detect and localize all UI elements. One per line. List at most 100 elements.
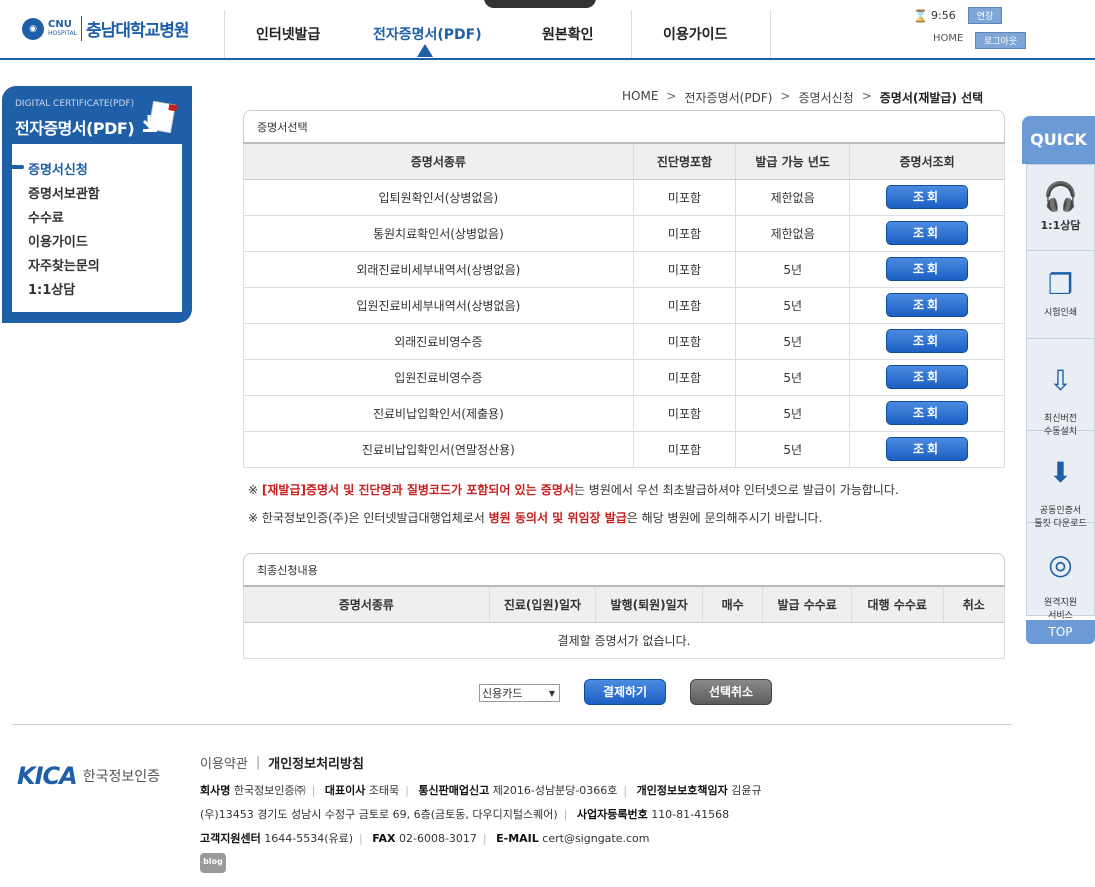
notice-text: ※ 한국정보인증(주)은 인터넷발급대행업체로서	[248, 511, 489, 525]
quick-label: 시험인쇄	[1043, 308, 1078, 318]
ecommerce-label: 통신판매업신고	[418, 784, 490, 797]
sidebar-item-faq[interactable]: 자주찾는문의	[28, 255, 100, 274]
lookup-button[interactable]: 조회	[886, 365, 969, 389]
lookup-button[interactable]: 조회	[886, 329, 969, 353]
cert-diagnosis: 미포함	[633, 431, 737, 468]
sidebar-item-storage[interactable]: 증명서보관함	[28, 183, 100, 202]
kica-mark: KICA	[17, 762, 78, 790]
payment-method-select[interactable]: 신용카드 ▼	[479, 684, 560, 702]
ceo-value: 조태묵	[368, 784, 400, 797]
hourglass-icon: ⌛	[913, 8, 928, 23]
logo-name: 충남대학교병원	[81, 16, 190, 41]
cancel-selection-button[interactable]: 선택취소	[690, 679, 772, 705]
ecommerce-value: 제2016-성남분당-0366호	[492, 784, 618, 797]
biz-number-label: 사업자등록번호	[576, 808, 648, 821]
quick-item-test-print[interactable]: ❐ 시험인쇄	[1027, 251, 1094, 339]
cert-diagnosis: 미포함	[633, 395, 737, 432]
site-header: ◉ CNU HOSPITAL 충남대학교병원 인터넷발급 전자증명서(PDF) …	[0, 0, 1095, 60]
cert-table: 증명서종류 진단명포함 발급 가능 년도 증명서조회 입퇴원확인서(상병없음) 미…	[243, 142, 1005, 468]
breadcrumb-chevron-icon: >	[666, 89, 677, 103]
cert-years: 5년	[735, 251, 851, 288]
left-sidebar: DIGITAL CERTIFICATE(PDF) 전자증명서(PDF) 증명서신…	[2, 86, 192, 323]
quick-item-install[interactable]: ⇩ 최신버전 수동설치	[1027, 339, 1094, 437]
table-row: 결제할 증명서가 없습니다.	[243, 622, 1005, 659]
quick-menu: QUICK 🎧 1:1상담 ❐ 시험인쇄 ⇩ 최신버전 수동설치 ⬇ 공동인증서…	[1022, 116, 1095, 644]
quick-item-remote[interactable]: ◎ 원격지원 서비스	[1027, 523, 1094, 621]
breadcrumb-chevron-icon: >	[861, 89, 872, 103]
footer-separator: |	[623, 784, 628, 797]
quick-item-consult[interactable]: 🎧 1:1상담	[1027, 165, 1094, 251]
sidebar-item-apply[interactable]: 증명서신청	[8, 159, 88, 178]
terms-link[interactable]: 이용약관	[200, 753, 248, 772]
col-cancel: 취소	[943, 585, 1005, 623]
nav-internet-issue[interactable]: 인터넷발급	[256, 24, 320, 44]
lookup-cell: 조회	[849, 431, 1005, 468]
footer-separator: |	[405, 784, 409, 797]
lookup-button[interactable]: 조회	[886, 401, 969, 425]
breadcrumb-apply[interactable]: 증명서신청	[798, 89, 853, 106]
session-timer: ⌛ 9:56 연장	[913, 7, 1003, 24]
footer-company-line: 회사명 한국정보인증㈜ | 대표이사 조태묵 | 통신판매업신고 제2016-성남분…	[200, 782, 762, 798]
lookup-cell: 조회	[849, 359, 1005, 396]
breadcrumb: HOME > 전자증명서(PDF) > 증명서신청 > 증명서(재발급) 선택	[622, 89, 983, 106]
top-button[interactable]: TOP	[1026, 620, 1095, 644]
sidebar-item-fees[interactable]: 수수료	[28, 207, 64, 226]
breadcrumb-e-cert[interactable]: 전자증명서(PDF)	[684, 89, 772, 106]
cert-table-header: 증명서종류 진단명포함 발급 가능 년도 증명서조회	[243, 142, 1005, 180]
nav-e-certificate[interactable]: 전자증명서(PDF)	[373, 24, 482, 44]
logout-button[interactable]: 로그아웃	[975, 32, 1027, 49]
footer-address-line: (우)13453 경기도 성남시 수정구 금토로 69, 6층(금토동, 다우디…	[200, 806, 729, 822]
email-label: E-MAIL	[496, 832, 539, 845]
remote-signal-icon: ◎	[1048, 548, 1073, 581]
notice-highlight: 병원 동의서 및 위임장 발급	[488, 511, 627, 525]
fax-label: FAX	[372, 832, 396, 845]
quick-item-toolkit[interactable]: ⬇ 공동인증서 툴킷 다운로드	[1027, 431, 1094, 529]
col-issue-date: 발행(퇴원)일자	[595, 585, 703, 623]
cert-diagnosis: 미포함	[633, 359, 737, 396]
lookup-cell: 조회	[849, 287, 1005, 324]
lookup-button[interactable]: 조회	[886, 257, 969, 281]
pay-button[interactable]: 결제하기	[584, 679, 666, 705]
cert-name: 입원진료비영수증	[243, 359, 634, 396]
lookup-cell: 조회	[849, 179, 1005, 216]
hospital-logo[interactable]: ◉ CNU HOSPITAL 충남대학교병원	[22, 16, 190, 41]
kica-logo: KICA 한국정보인증	[17, 762, 160, 790]
support-label: 고객지원센터	[200, 832, 261, 845]
col-diagnosis: 진단명포함	[633, 142, 737, 180]
breadcrumb-home[interactable]: HOME	[622, 89, 658, 106]
blog-icon[interactable]: blog	[200, 853, 226, 873]
sidebar-menu: 증명서신청 증명서보관함 수수료 이용가이드 자주찾는문의 1:1상담	[8, 144, 182, 312]
chevron-down-icon: ▼	[548, 688, 556, 698]
cert-name: 입원진료비세부내역서(상병없음)	[243, 287, 634, 324]
cert-name: 입퇴원확인서(상병없음)	[243, 179, 634, 216]
cert-section-title: 증명서선택	[257, 121, 308, 134]
lookup-button[interactable]: 조회	[886, 437, 969, 461]
breadcrumb-current: 증명서(재발급) 선택	[879, 91, 984, 105]
request-table-header: 증명서종류 진료(입원)일자 발행(퇴원)일자 매수 발급 수수료 대행 수수료…	[243, 585, 1005, 623]
col-copies: 매수	[702, 585, 764, 623]
company-label: 회사명	[200, 784, 231, 797]
privacy-link[interactable]: 개인정보처리방침	[268, 753, 364, 772]
cert-diagnosis: 미포함	[633, 179, 737, 216]
biz-number-value: 110-81-41568	[651, 808, 730, 821]
notice-text: 은 해당 병원에 문의해주시기 바랍니다.	[626, 511, 823, 525]
lookup-button[interactable]: 조회	[886, 293, 969, 317]
lookup-button[interactable]: 조회	[886, 221, 969, 245]
sidebar-title: 전자증명서(PDF)	[15, 119, 135, 138]
lookup-button[interactable]: 조회	[886, 185, 969, 209]
cert-years: 5년	[735, 431, 851, 468]
nav-divider	[770, 10, 771, 58]
cert-name: 진료비납입확인서(연말정산용)	[243, 431, 634, 468]
table-row: 입퇴원확인서(상병없음) 미포함 제한없음 조회	[243, 179, 1005, 216]
nav-guide[interactable]: 이용가이드	[663, 24, 727, 44]
nav-original-verify[interactable]: 원본확인	[542, 24, 594, 44]
top-notice-tab[interactable]	[484, 0, 596, 8]
extend-button[interactable]: 연장	[967, 7, 1003, 24]
col-agent-fee: 대행 수수료	[851, 585, 944, 623]
footer-divider	[12, 724, 1012, 725]
install-download-icon: ⇩	[1048, 364, 1073, 397]
sidebar-item-consult[interactable]: 1:1상담	[28, 279, 75, 298]
quick-title: QUICK	[1022, 116, 1095, 164]
home-link[interactable]: HOME	[933, 33, 963, 44]
sidebar-item-guide[interactable]: 이용가이드	[28, 231, 88, 250]
